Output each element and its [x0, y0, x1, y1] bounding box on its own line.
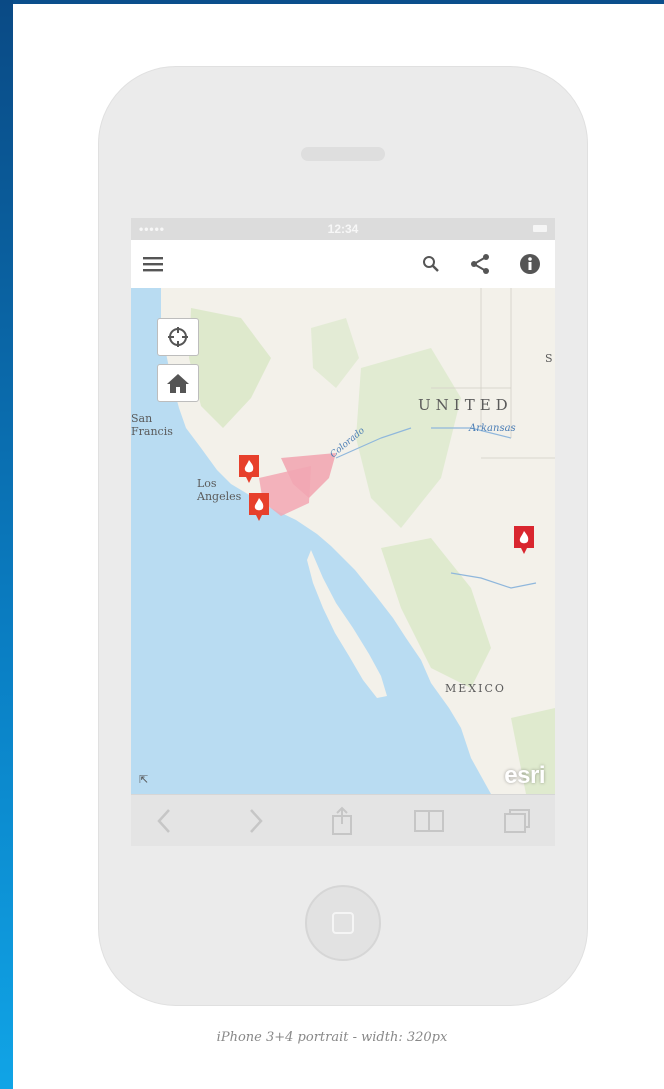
locate-button[interactable] [157, 318, 199, 356]
status-time: 12:34 [327, 222, 359, 236]
fire-marker-icon[interactable] [511, 524, 537, 556]
home-extent-button[interactable] [157, 364, 199, 402]
search-icon[interactable] [417, 250, 445, 278]
info-icon[interactable] [516, 250, 544, 278]
river-label-arkansas: Arkansas [469, 423, 516, 434]
share-icon[interactable] [466, 250, 494, 278]
fire-marker-icon[interactable] [236, 453, 262, 485]
esri-logo: esri [504, 762, 545, 789]
bookmarks-book-icon[interactable] [411, 807, 447, 835]
back-chevron-icon[interactable] [149, 807, 179, 835]
browser-toolbar [131, 794, 555, 846]
hamburger-menu-icon[interactable] [139, 250, 167, 278]
share-box-icon[interactable] [327, 806, 357, 835]
phone-home-button[interactable] [305, 885, 381, 961]
locate-crosshair-icon [168, 327, 188, 347]
tabs-icon[interactable] [499, 807, 535, 835]
status-bar: ••••• 12:34 [131, 218, 555, 240]
slide-accent-bar [0, 0, 13, 1089]
city-label-los-angeles: Los Angeles [197, 477, 242, 503]
slide-caption: iPhone 3+4 portrait - width: 320px [216, 1030, 448, 1045]
phone-screen: ••••• 12:34 UNITED MEXICO S San Francis … [131, 218, 555, 846]
home-icon [167, 374, 189, 393]
attribution-toggle-icon[interactable]: ⇱ [139, 773, 148, 786]
fire-marker-icon[interactable] [246, 491, 272, 523]
slide-top-line [0, 0, 664, 4]
battery-icon [533, 225, 547, 232]
city-label-san-francisco: San Francis [131, 412, 173, 438]
country-label-mexico: MEXICO [445, 682, 506, 695]
map-view[interactable]: UNITED MEXICO S San Francis Los Angeles … [131, 288, 555, 794]
country-label-fragment: S [545, 352, 555, 365]
forward-chevron-icon[interactable] [241, 807, 271, 835]
phone-speaker [301, 147, 385, 161]
country-label-united: UNITED [418, 396, 513, 414]
app-header [131, 240, 555, 289]
